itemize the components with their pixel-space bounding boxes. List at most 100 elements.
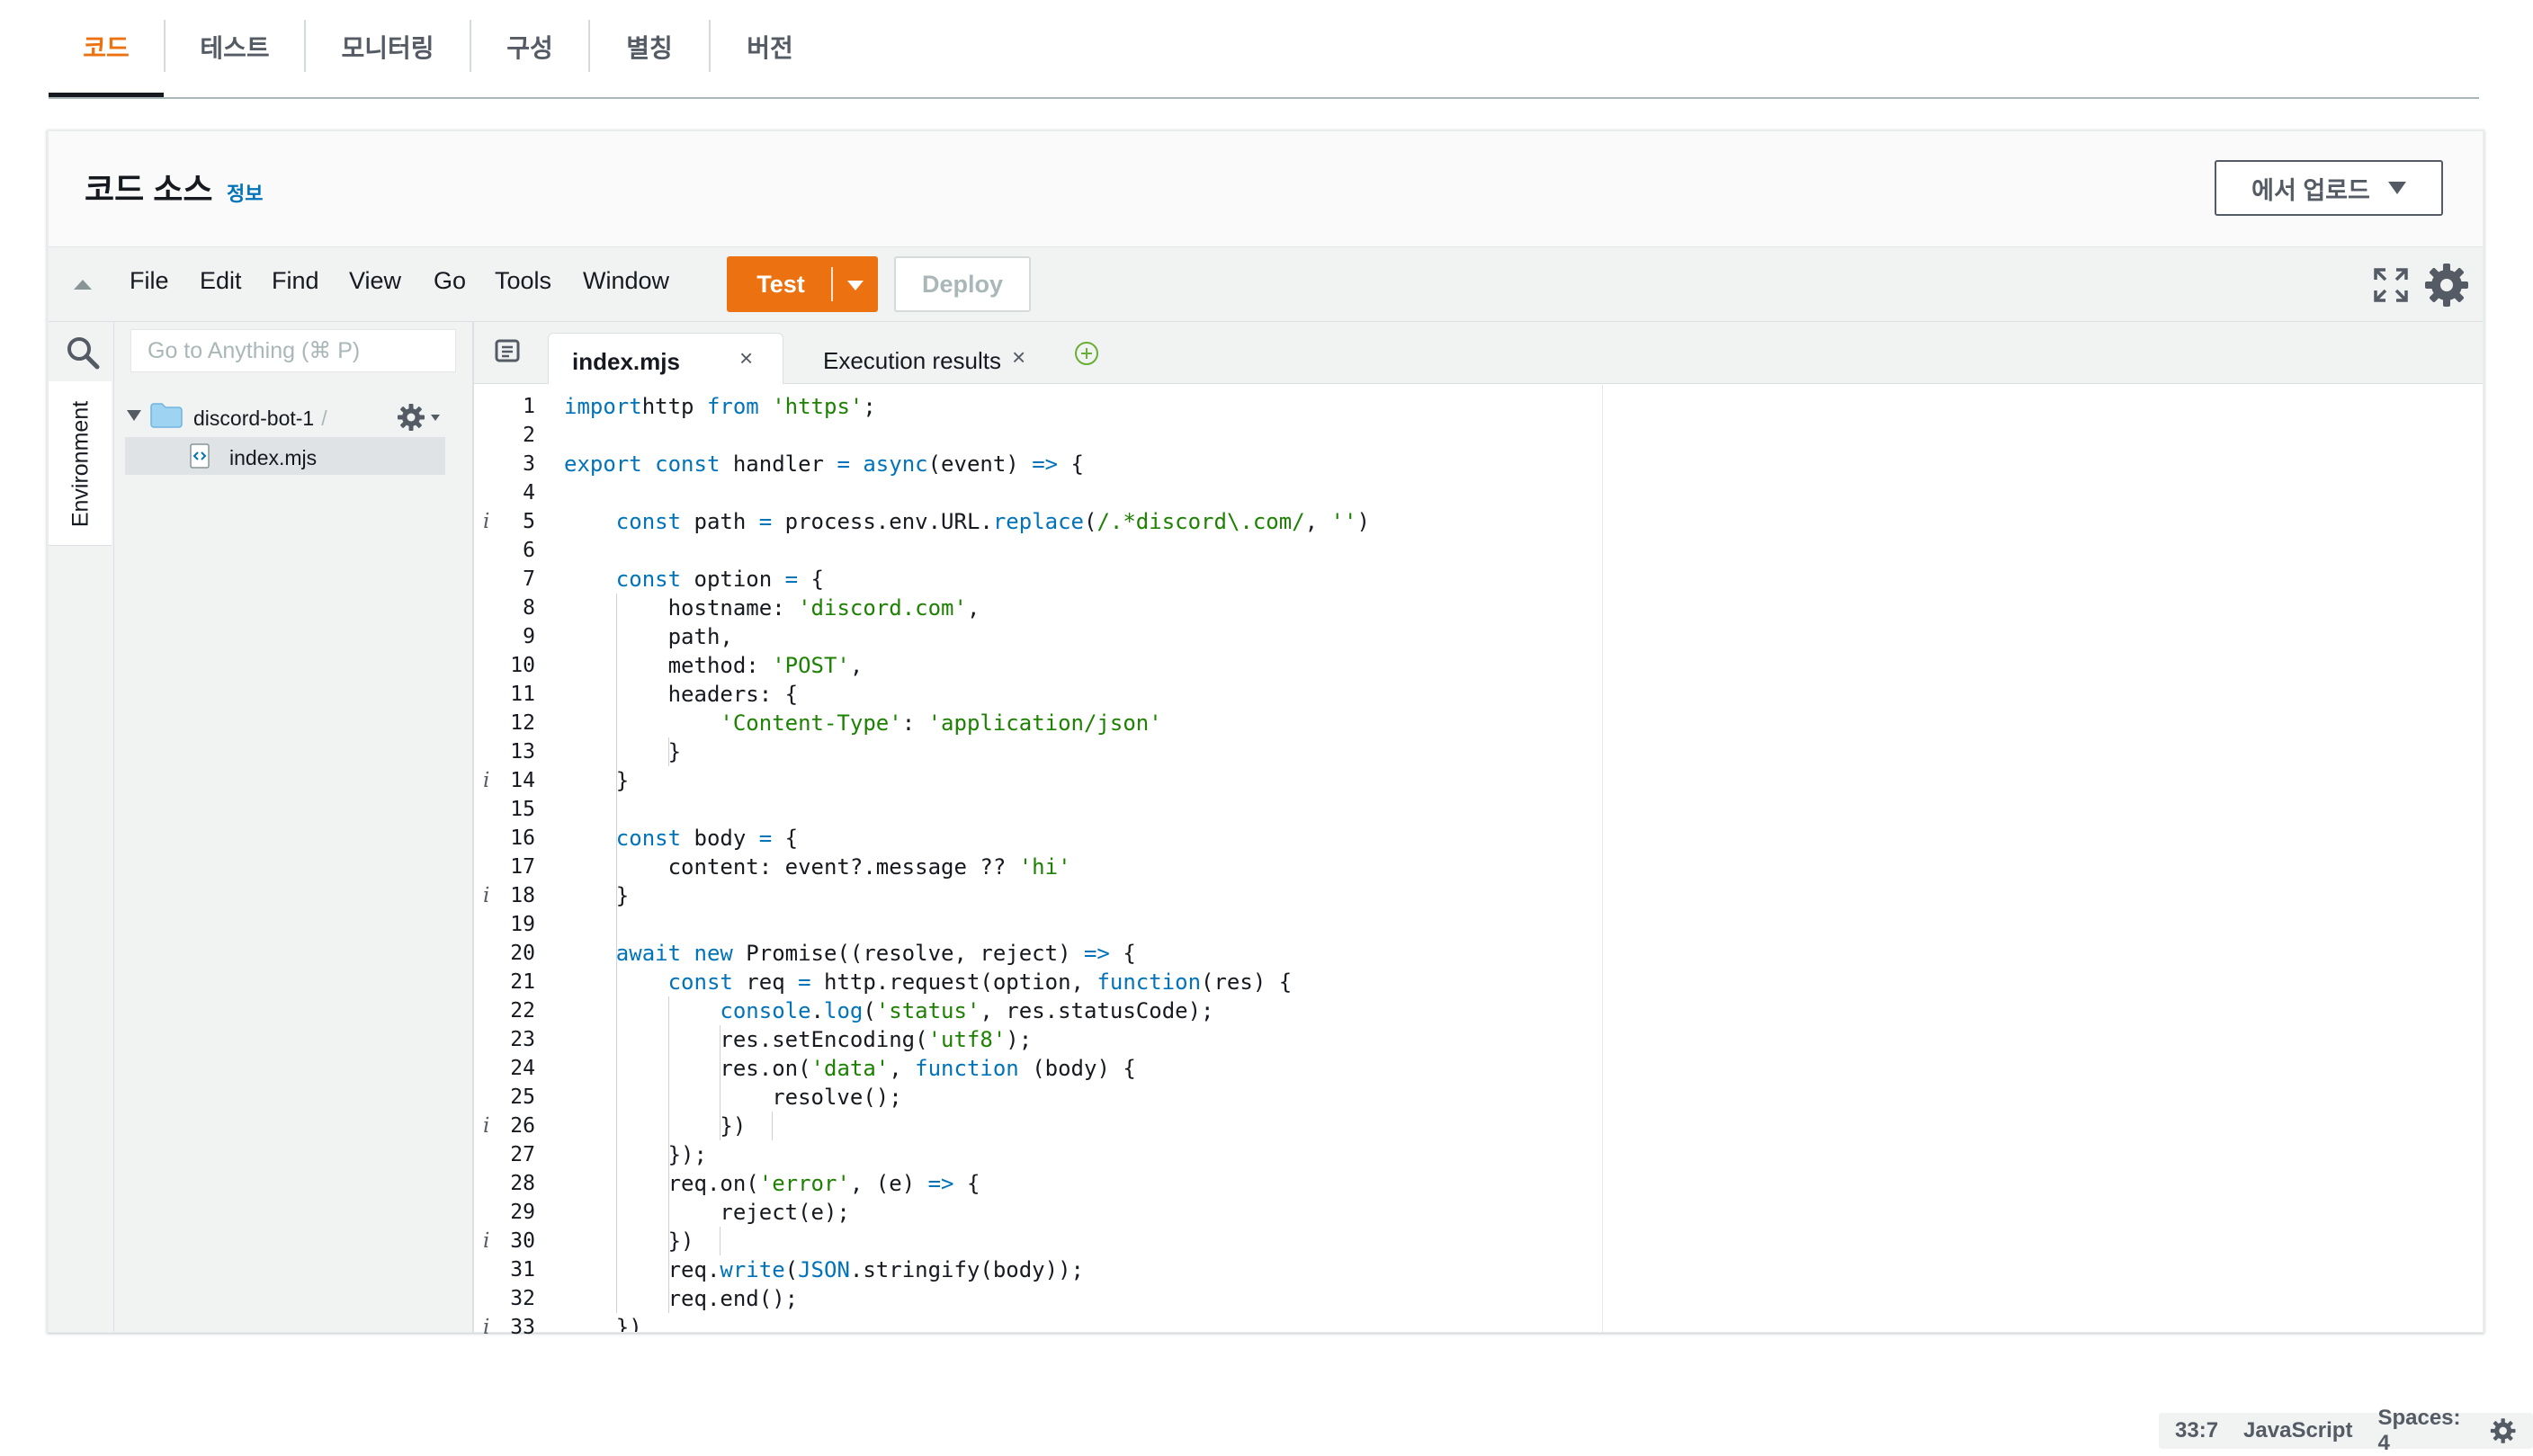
- info-annotation-icon[interactable]: i: [483, 507, 489, 536]
- menu-edit[interactable]: Edit: [200, 267, 242, 295]
- fullscreen-icon[interactable]: [2373, 267, 2409, 303]
- code-line: resolve();: [564, 1085, 902, 1110]
- deploy-button[interactable]: Deploy: [894, 256, 1031, 312]
- code-line: }): [564, 1315, 642, 1332]
- tab-monitoring[interactable]: 모니터링: [306, 0, 470, 94]
- line-number: 10: [510, 654, 535, 677]
- cursor-position[interactable]: 33:7: [2175, 1418, 2218, 1443]
- tree-file[interactable]: index.mjs: [125, 437, 445, 475]
- indent-guide: [720, 1025, 721, 1140]
- code-line: res.setEncoding('utf8');: [564, 1027, 1033, 1052]
- cloud9-editor: File Edit Find View Go Tools Window Test…: [49, 246, 2533, 1455]
- button-split-divider: [831, 267, 833, 301]
- line-number: 24: [510, 1057, 535, 1080]
- editor-area: index.mjs × Execution results × 12345i67…: [474, 322, 2483, 1339]
- line-number: 15: [510, 798, 535, 821]
- indent-guide: [720, 1227, 721, 1255]
- line-number: 1: [523, 395, 535, 418]
- code-source-header: 코드 소스 정보 에서 업로드: [49, 131, 2483, 246]
- code-line: importhttp from 'https';: [564, 394, 876, 419]
- search-icon[interactable]: [65, 335, 101, 371]
- function-tabs: 코드 테스트 모니터링 구성 별칭 버전: [49, 0, 2479, 99]
- code-line: 'Content-Type': 'application/json': [720, 710, 1162, 736]
- code-line: req.end();: [564, 1286, 799, 1311]
- line-number: 6: [523, 539, 535, 562]
- gear-icon[interactable]: [2423, 262, 2470, 308]
- code-line: req.write(JSON.stringify(body));: [564, 1257, 1084, 1282]
- editor-tab-execution-results[interactable]: Execution results ×: [794, 333, 1064, 383]
- info-annotation-icon[interactable]: i: [483, 1227, 489, 1255]
- menu-find[interactable]: Find: [272, 267, 319, 295]
- caret-down-icon: [2387, 182, 2406, 194]
- line-number: 28: [510, 1172, 535, 1195]
- environment-sidebar: Environment: [49, 322, 114, 1332]
- tab-versions[interactable]: 버전: [711, 0, 829, 94]
- caret-down-icon[interactable]: [431, 415, 440, 421]
- line-number: 9: [523, 625, 535, 648]
- tab-list-icon[interactable]: [494, 338, 521, 363]
- line-number: 20: [510, 942, 535, 965]
- gear-icon[interactable]: [2490, 1416, 2516, 1446]
- line-number: 4: [523, 481, 535, 505]
- folder-label: discord-bot-1/: [193, 406, 327, 430]
- tab-code[interactable]: 코드: [49, 0, 164, 97]
- code-line: });: [564, 1142, 707, 1167]
- close-icon[interactable]: ×: [1012, 344, 1025, 371]
- line-number: 2: [523, 424, 535, 447]
- collapse-menu-icon[interactable]: [74, 280, 92, 290]
- editor-tab-label: Execution results: [823, 347, 1001, 374]
- go-to-anything-input[interactable]: [130, 329, 456, 372]
- info-annotation-icon[interactable]: i: [483, 1112, 489, 1140]
- info-link[interactable]: 정보: [227, 178, 263, 207]
- menu-view[interactable]: View: [349, 267, 401, 295]
- menu-tools[interactable]: Tools: [495, 267, 551, 295]
- code-line: res.on('data', function (body) {: [564, 1056, 1136, 1081]
- panel-title: 코드 소스: [85, 171, 213, 208]
- indent-setting[interactable]: Spaces: 4: [2377, 1406, 2465, 1456]
- code-line: req.on('error', (e) => {: [564, 1171, 980, 1196]
- upload-button-label: 에서 업로드: [2251, 176, 2370, 204]
- tab-configuration[interactable]: 구성: [471, 0, 588, 94]
- folder-icon: [150, 403, 183, 428]
- code-editor[interactable]: importhttp from 'https'; export const han…: [564, 385, 2479, 1332]
- test-dropdown-icon[interactable]: [847, 281, 864, 290]
- menu-window[interactable]: Window: [583, 267, 669, 295]
- add-tab-icon[interactable]: [1073, 340, 1100, 367]
- line-number: 22: [510, 999, 535, 1023]
- tab-test[interactable]: 테스트: [166, 0, 304, 94]
- menu-go[interactable]: Go: [434, 267, 466, 295]
- code-line: await new Promise((resolve, reject) => {: [615, 941, 1136, 966]
- code-line: hostname: 'discord.com',: [564, 595, 980, 621]
- line-number: 23: [510, 1028, 535, 1051]
- code-line: reject(e);: [564, 1200, 850, 1225]
- test-button[interactable]: Test: [727, 256, 878, 312]
- environment-tab-label: Environment: [67, 400, 94, 528]
- code-line: console.log('status', res.statusCode);: [720, 998, 1214, 1023]
- expand-caret-icon[interactable]: [127, 410, 141, 421]
- file-label: index.mjs: [229, 446, 318, 469]
- file-icon: [190, 443, 210, 469]
- line-number: 17: [510, 855, 535, 879]
- language-mode[interactable]: JavaScript: [2243, 1418, 2352, 1443]
- info-annotation-icon[interactable]: i: [483, 1313, 489, 1342]
- info-annotation-icon[interactable]: i: [483, 766, 489, 795]
- editor-tab-index[interactable]: index.mjs ×: [548, 333, 783, 384]
- code-line: }): [564, 1113, 747, 1139]
- code-line: }): [564, 1228, 694, 1254]
- line-number: 12: [510, 711, 535, 735]
- line-number: 27: [510, 1143, 535, 1166]
- code-line: const option = {: [615, 567, 824, 592]
- close-icon[interactable]: ×: [739, 344, 753, 372]
- editor-status-bar: 33:7 JavaScript Spaces: 4: [2159, 1406, 2533, 1455]
- info-annotation-icon[interactable]: i: [483, 881, 489, 910]
- editor-tab-label: index.mjs: [572, 348, 680, 375]
- tree-folder[interactable]: discord-bot-1/: [127, 399, 461, 435]
- line-number: 32: [510, 1287, 535, 1310]
- tab-aliases[interactable]: 별칭: [590, 0, 709, 94]
- line-number: 25: [510, 1085, 535, 1109]
- code-line: path,: [564, 624, 733, 649]
- environment-tab[interactable]: Environment: [49, 381, 112, 546]
- menu-file[interactable]: File: [130, 267, 169, 295]
- upload-from-button[interactable]: 에서 업로드: [2215, 160, 2443, 216]
- gear-icon[interactable]: [397, 403, 425, 432]
